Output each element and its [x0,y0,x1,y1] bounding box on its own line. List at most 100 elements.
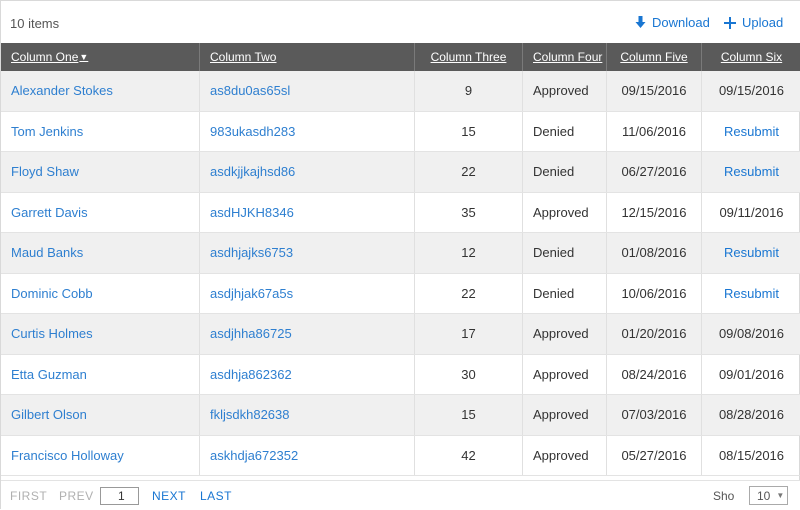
column-six-cell-text: 09/15/2016 [718,83,785,99]
code-cell-text[interactable]: askhdja672352 [210,448,298,463]
name-cell-text[interactable]: Tom Jenkins [11,124,83,139]
code-cell-text[interactable]: asdkjjkajhsd86 [210,164,295,179]
code-cell-text[interactable]: 983ukasdh283 [210,124,295,139]
name-cell: Alexander Stokes [1,71,200,111]
status-cell-text: Denied [533,123,575,139]
column-header-label: Column Four [533,50,603,64]
code-cell-text[interactable]: asdjhjak67a5s [210,286,293,301]
code-cell-text[interactable]: fkljsdkh82638 [210,407,290,422]
download-arrow-icon [635,16,646,28]
name-cell-text[interactable]: Francisco Holloway [11,448,124,463]
column-header-label: Column Five [620,50,688,64]
name-cell-text[interactable]: Alexander Stokes [11,83,113,98]
status-cell-text: Approved [533,407,589,423]
date-cell-text: 11/06/2016 [621,123,687,139]
table-row: Curtis Holmes asdjhha86725 17 Approved 01/20… [1,314,800,355]
column-header-six[interactable]: Column Six [702,43,800,71]
first-page-button[interactable]: FIRST [10,489,47,503]
table-row: Maud Banks asdhjajks6753 12 Denied 01/08/201… [1,233,800,274]
upload-button[interactable]: Upload [724,15,783,30]
number-cell-text: 35 [461,204,476,220]
status-cell-text: Approved [533,366,589,382]
status-cell: Denied [523,111,607,151]
column-six-cell: Resubmit [702,274,800,314]
name-cell-text[interactable]: Curtis Holmes [11,326,93,341]
number-cell-text: 15 [461,407,476,423]
date-cell-text: 05/27/2016 [621,447,687,463]
name-cell: Maud Banks [1,233,200,273]
code-cell-text[interactable]: asdjhha86725 [210,326,292,341]
column-six-cell-text: 08/15/2016 [718,447,785,463]
resubmit-link[interactable]: Resubmit [724,286,779,301]
resubmit-link[interactable]: Resubmit [724,245,779,260]
page-number-input[interactable]: 1 [100,487,139,505]
date-cell-text: 08/24/2016 [621,366,687,382]
date-cell-text: 07/03/2016 [621,407,687,423]
name-cell-text[interactable]: Etta Guzman [11,367,87,382]
name-cell: Dominic Cobb [1,273,200,313]
name-cell-text[interactable]: Maud Banks [11,245,83,260]
download-button[interactable]: Download [635,15,710,30]
column-header-four[interactable]: Column Four [523,43,607,71]
number-cell: 22 [415,152,523,192]
table-row: Garrett Davis asdHJKH8346 35 Approved 12/15/… [1,192,800,233]
column-six-cell: 09/08/2016 [702,314,800,354]
number-cell-text: 15 [461,123,476,139]
column-header-one[interactable]: Column One ▼ [1,43,200,71]
number-cell-text: 42 [461,447,476,463]
code-cell: asdHJKH8346 [200,192,415,232]
last-page-button[interactable]: LAST [200,489,232,503]
name-cell-text[interactable]: Dominic Cobb [11,286,93,301]
name-cell-text[interactable]: Garrett Davis [11,205,88,220]
column-six-cell: 09/11/2016 [702,193,800,233]
date-cell: 06/27/2016 [607,152,702,192]
number-cell: 15 [415,111,523,151]
table-row: Etta Guzman asdhja862362 30 Approved 08/24/2… [1,354,800,395]
code-cell: as8du0as65sl [200,71,415,111]
page-size-select[interactable]: 10 ▼ [749,486,788,505]
date-cell-text: 01/20/2016 [621,326,687,342]
code-cell-text[interactable]: as8du0as65sl [210,83,290,98]
code-cell: askhdja672352 [200,435,415,475]
table-row: Gilbert Olson fkljsdkh82638 15 Approved 07/0… [1,395,800,436]
status-cell: Approved [523,192,607,232]
name-cell-text[interactable]: Floyd Shaw [11,164,79,179]
column-six-cell: Resubmit [702,152,800,192]
download-label: Download [652,15,710,30]
code-cell: asdkjjkajhsd86 [200,152,415,192]
column-six-cell: 08/15/2016 [702,436,800,476]
number-cell-text: 17 [461,326,476,342]
status-cell: Denied [523,233,607,273]
resubmit-link[interactable]: Resubmit [724,124,779,139]
column-header-two[interactable]: Column Two [200,43,415,71]
column-six-cell: 09/15/2016 [702,71,800,111]
status-cell-text: Approved [533,326,589,342]
prev-page-button[interactable]: PREV [59,489,94,503]
name-cell-text[interactable]: Gilbert Olson [11,407,87,422]
date-cell-text: 06/27/2016 [621,164,687,180]
code-cell-text[interactable]: asdhja862362 [210,367,292,382]
table-row: Francisco Holloway askhdja672352 42 Approve… [1,435,800,476]
code-cell-text[interactable]: asdHJKH8346 [210,205,294,220]
column-header-three[interactable]: Column Three [415,43,523,71]
status-cell: Denied [523,152,607,192]
resubmit-link[interactable]: Resubmit [724,164,779,179]
date-cell: 01/08/2016 [607,233,702,273]
upload-label: Upload [742,15,784,30]
date-cell: 05/27/2016 [607,435,702,475]
name-cell: Tom Jenkins [1,111,200,151]
date-cell-text: 10/06/2016 [621,285,687,301]
column-header-five[interactable]: Column Five [607,43,702,71]
page-size-value: 10 [757,488,771,503]
name-cell: Francisco Holloway [1,435,200,475]
column-six-cell: 08/28/2016 [702,395,800,435]
date-cell: 07/03/2016 [607,395,702,435]
date-cell-text: 09/15/2016 [621,83,687,99]
code-cell-text[interactable]: asdhjajks6753 [210,245,293,260]
next-page-button[interactable]: NEXT [152,489,186,503]
date-cell: 01/20/2016 [607,314,702,354]
sort-desc-icon: ▼ [79,52,89,62]
number-cell: 12 [415,233,523,273]
number-cell: 17 [415,314,523,354]
number-cell: 15 [415,395,523,435]
